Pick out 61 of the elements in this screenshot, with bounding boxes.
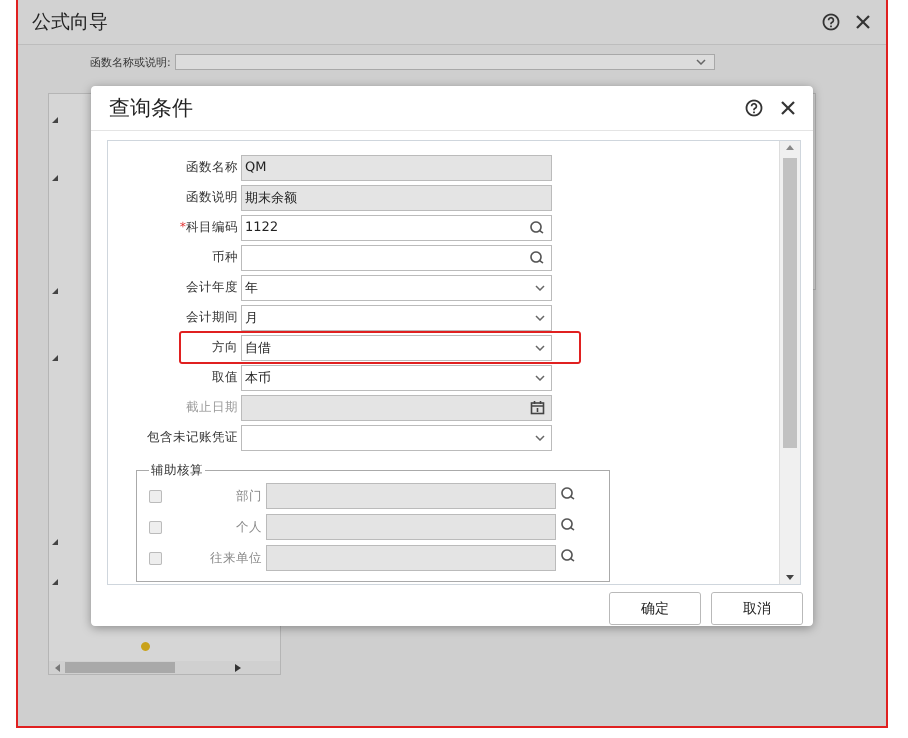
search-icon[interactable] bbox=[560, 517, 576, 533]
caret-icon[interactable] bbox=[535, 284, 545, 290]
field-label: 方向 bbox=[211, 339, 238, 356]
calendar-icon[interactable] bbox=[530, 400, 545, 415]
caret-icon[interactable] bbox=[535, 344, 545, 350]
dialog-title: 查询条件 bbox=[109, 95, 194, 122]
help-icon[interactable] bbox=[822, 13, 840, 31]
input-field[interactable] bbox=[241, 394, 552, 420]
input-field[interactable]: 1122 bbox=[241, 214, 552, 240]
field-label: 币种 bbox=[211, 249, 238, 266]
caret-icon[interactable] bbox=[535, 374, 545, 380]
group-title: 辅助核算 bbox=[150, 462, 204, 479]
field-label: 截止日期 bbox=[185, 399, 238, 416]
window-title: 公式向导 bbox=[32, 10, 109, 35]
dropdown-field[interactable]: 本币 bbox=[241, 364, 552, 390]
field-label: 函数说明 bbox=[185, 189, 238, 206]
input-field[interactable]: QM bbox=[241, 154, 552, 180]
field-label: 取值 bbox=[211, 369, 238, 386]
field-label: 个人 bbox=[235, 518, 263, 536]
expander-icon[interactable] bbox=[51, 174, 59, 182]
caret-icon[interactable] bbox=[696, 59, 706, 65]
field-label: *科目编码 bbox=[178, 219, 238, 236]
field-label: 会计期间 bbox=[185, 309, 238, 326]
search-icon[interactable] bbox=[560, 486, 576, 502]
expander-icon[interactable] bbox=[51, 287, 59, 295]
input-field[interactable] bbox=[266, 545, 556, 571]
field-label: 部门 bbox=[235, 488, 263, 504]
expander-icon[interactable] bbox=[51, 538, 59, 546]
search-icon[interactable] bbox=[560, 548, 576, 564]
dropdown-field[interactable]: 月 bbox=[241, 304, 552, 330]
input-field[interactable] bbox=[266, 514, 556, 540]
horizontal-scrollbar[interactable] bbox=[49, 661, 280, 674]
confirm-button[interactable]: 确定 bbox=[609, 592, 701, 625]
search-icon[interactable] bbox=[529, 220, 545, 236]
field-label: 函数名称 bbox=[185, 159, 238, 176]
scroll-up-icon[interactable] bbox=[786, 145, 794, 150]
scroll-right-icon[interactable] bbox=[235, 664, 241, 672]
caret-icon[interactable] bbox=[535, 314, 545, 320]
scroll-down-icon[interactable] bbox=[786, 575, 794, 580]
field-label: 包含未记账凭证 bbox=[146, 429, 238, 446]
vertical-scrollbar[interactable] bbox=[779, 141, 800, 584]
scroll-left-icon[interactable] bbox=[55, 664, 61, 672]
expander-icon[interactable] bbox=[51, 578, 59, 586]
dropdown-field[interactable]: 年 bbox=[241, 274, 552, 300]
input-field[interactable]: 期末余额 bbox=[241, 184, 552, 210]
input-field[interactable] bbox=[241, 244, 552, 270]
dropdown-field[interactable] bbox=[241, 424, 552, 450]
search-icon[interactable] bbox=[529, 250, 545, 266]
close-icon[interactable] bbox=[854, 13, 872, 31]
function-icon bbox=[141, 642, 150, 651]
expander-icon[interactable] bbox=[51, 354, 59, 362]
field-label: 会计年度 bbox=[185, 279, 238, 296]
help-icon[interactable] bbox=[745, 99, 763, 117]
input-field[interactable] bbox=[266, 483, 556, 509]
field-label: 往来单位 bbox=[209, 550, 263, 566]
dropdown-field[interactable]: 自借 bbox=[241, 334, 552, 360]
cancel-button[interactable]: 取消 bbox=[711, 592, 803, 625]
caret-icon[interactable] bbox=[535, 434, 545, 440]
search-label: 函数名称或说明: bbox=[90, 54, 171, 70]
close-icon[interactable] bbox=[779, 99, 797, 117]
expander-icon[interactable] bbox=[51, 116, 59, 124]
